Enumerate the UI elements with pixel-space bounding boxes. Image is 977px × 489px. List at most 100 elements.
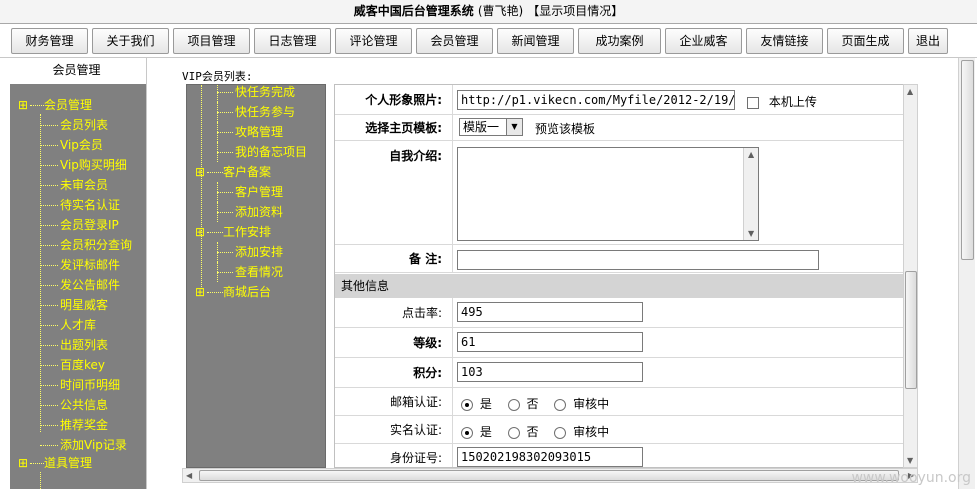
sidebar-tree: ⊞ 会员管理 ⊞ 道具管理 会员列表 Vip会员 Vip购买明细 未审会员待实名认证会… xyxy=(10,84,146,489)
tree-connector xyxy=(217,262,218,282)
current-view-label: 【显示项目情况】 xyxy=(527,4,624,18)
menu-links-button[interactable]: 友情链接 xyxy=(746,28,823,54)
tree-connector xyxy=(217,102,218,122)
sidebar-item[interactable]: 发公告邮件 xyxy=(60,276,120,294)
sidebar-item[interactable]: 会员积分查询 xyxy=(60,236,132,254)
intro-textarea[interactable]: ▲ ▼ xyxy=(457,147,759,241)
sidebar-item[interactable]: 待实名认证 xyxy=(60,196,120,214)
middle-tree-item[interactable]: 查看情况 xyxy=(235,263,283,281)
sidebar-item[interactable]: 百度key xyxy=(60,356,105,374)
chevron-down-icon: ▼ xyxy=(506,119,522,135)
menu-news-button[interactable]: 新闻管理 xyxy=(497,28,574,54)
tree-connector xyxy=(40,265,58,266)
sidebar-item[interactable]: 时间币明细 xyxy=(60,376,120,394)
photo-url-input[interactable]: http://p1.vikecn.com/Myfile/2012-2/19/2 xyxy=(457,90,735,110)
sidebar-group-members[interactable]: 会员管理 xyxy=(44,96,92,114)
sidebar-item[interactable]: 推荐奖金 xyxy=(60,416,108,434)
points-input[interactable]: 103 xyxy=(457,362,643,382)
template-selected-value: 模版一 xyxy=(463,120,500,134)
form-row-level: 等级: 61 xyxy=(335,328,903,358)
menu-logs-button[interactable]: 日志管理 xyxy=(254,28,331,54)
local-upload-label: 本机上传 xyxy=(768,95,817,109)
menu-members-button[interactable]: 会员管理 xyxy=(416,28,493,54)
tree-connector xyxy=(40,165,58,166)
middle-tree-item[interactable]: 攻略管理 xyxy=(235,123,283,141)
textarea-scrollbar[interactable]: ▲ ▼ xyxy=(743,148,758,240)
scrollbar-thumb[interactable] xyxy=(199,470,899,481)
menu-finance-button[interactable]: 财务管理 xyxy=(11,28,88,54)
menu-enterprise-button[interactable]: 企业威客 xyxy=(665,28,742,54)
sidebar-group-props[interactable]: 道具管理 xyxy=(44,454,92,472)
realname-verify-yes-label: 是 xyxy=(479,425,492,439)
scrollbar-thumb[interactable] xyxy=(961,60,974,260)
realname-verify-label: 实名认证: xyxy=(335,416,453,443)
middle-tree-item[interactable]: 工作安排 xyxy=(223,223,271,241)
menu-about-button[interactable]: 关于我们 xyxy=(92,28,169,54)
note-input[interactable] xyxy=(457,250,819,270)
sidebar-item[interactable]: 会员登录IP xyxy=(60,216,119,234)
photo-label: 个人形象照片: xyxy=(335,85,453,114)
clicks-input[interactable]: 495 xyxy=(457,302,643,322)
tree-expand-icon[interactable]: ⊞ xyxy=(195,283,205,301)
template-select[interactable]: 模版一 ▼ xyxy=(459,118,523,136)
member-edit-form: 个人形象照片: http://p1.vikecn.com/Myfile/2012… xyxy=(334,84,904,468)
tree-connector xyxy=(217,85,218,102)
content-horizontal-scrollbar[interactable]: ◀ ▶ xyxy=(182,468,918,483)
sidebar-item[interactable]: 未审会员 xyxy=(60,176,108,194)
middle-tree-item[interactable]: 客户管理 xyxy=(235,183,283,201)
tree-connector xyxy=(40,305,58,306)
tree-expand-icon[interactable]: ⊞ xyxy=(195,163,205,181)
middle-tree-item[interactable]: 添加安排 xyxy=(235,243,283,261)
preview-template-link[interactable]: 预览该模板 xyxy=(535,120,595,137)
realname-verify-no-radio[interactable] xyxy=(507,426,520,439)
middle-tree-item[interactable]: 商城后台 xyxy=(223,283,271,301)
sidebar-item[interactable]: 公共信息 xyxy=(60,396,108,414)
menu-page-gen-button[interactable]: 页面生成 xyxy=(827,28,904,54)
sidebar-item[interactable]: 发评标邮件 xyxy=(60,256,120,274)
email-verify-no-radio[interactable] xyxy=(507,398,520,411)
menu-projects-button[interactable]: 项目管理 xyxy=(173,28,250,54)
realname-verify-review-radio[interactable] xyxy=(554,426,567,439)
scroll-down-icon[interactable]: ▼ xyxy=(748,229,754,238)
window-title-bar: 威客中国后台管理系统 (曹飞艳) 【显示项目情况】 xyxy=(0,0,977,24)
menu-cases-button[interactable]: 成功案例 xyxy=(578,28,661,54)
middle-tree-item[interactable]: 快任务参与 xyxy=(235,103,295,121)
level-input[interactable]: 61 xyxy=(457,332,643,352)
scroll-left-icon[interactable]: ◀ xyxy=(186,471,192,480)
email-verify-review-radio[interactable] xyxy=(554,398,567,411)
tree-expand-icon[interactable]: ⊞ xyxy=(195,223,205,241)
sidebar-item[interactable]: 会员列表 xyxy=(60,116,108,134)
vip-list-label: VIP会员列表: xyxy=(182,70,253,83)
tree-connector xyxy=(217,242,218,262)
sidebar-item[interactable]: Vip会员 xyxy=(60,136,103,154)
scroll-down-icon[interactable]: ▼ xyxy=(907,456,913,465)
sidebar-item[interactable]: 添加Vip记录 xyxy=(60,436,127,454)
middle-tree-item[interactable]: 我的备忘项目 xyxy=(235,143,307,161)
tree-expand-icon[interactable]: ⊞ xyxy=(18,454,28,472)
page-vertical-scrollbar[interactable] xyxy=(958,58,975,489)
middle-tree-item[interactable]: 快任务完成 xyxy=(235,85,295,101)
sidebar-item[interactable]: Vip购买明细 xyxy=(60,156,127,174)
menu-logout-button[interactable]: 退出 xyxy=(908,28,948,54)
scrollbar-thumb[interactable] xyxy=(905,271,917,389)
form-row-note: 备 注: xyxy=(335,245,903,273)
email-verify-yes-label: 是 xyxy=(479,397,492,411)
idcard-input[interactable]: 150202198302093015 xyxy=(457,447,643,467)
form-row-template: 选择主页模板: 模版一 ▼ 预览该模板 xyxy=(335,115,903,141)
idcard-label: 身份证号: xyxy=(335,444,453,467)
realname-verify-yes-radio[interactable] xyxy=(461,426,473,439)
local-upload-checkbox[interactable] xyxy=(747,96,759,109)
scroll-up-icon[interactable]: ▲ xyxy=(907,87,913,96)
middle-tree-item[interactable]: 添加资料 xyxy=(235,203,283,221)
menu-comments-button[interactable]: 评论管理 xyxy=(335,28,412,54)
top-menu-bar: 财务管理 关于我们 项目管理 日志管理 评论管理 会员管理 新闻管理 成功案例 … xyxy=(0,25,977,58)
sidebar-item[interactable]: 明星威客 xyxy=(60,296,108,314)
middle-tree-item[interactable]: 客户备案 xyxy=(223,163,271,181)
sidebar-item[interactable]: 人才库 xyxy=(60,316,96,334)
form-vertical-scrollbar[interactable]: ▲ ▼ xyxy=(903,84,918,468)
sidebar-item[interactable]: 出题列表 xyxy=(60,336,108,354)
scroll-up-icon[interactable]: ▲ xyxy=(748,150,754,159)
other-info-section-header: 其他信息 xyxy=(335,274,903,298)
email-verify-yes-radio[interactable] xyxy=(461,398,473,411)
tree-expand-icon[interactable]: ⊞ xyxy=(18,96,28,114)
